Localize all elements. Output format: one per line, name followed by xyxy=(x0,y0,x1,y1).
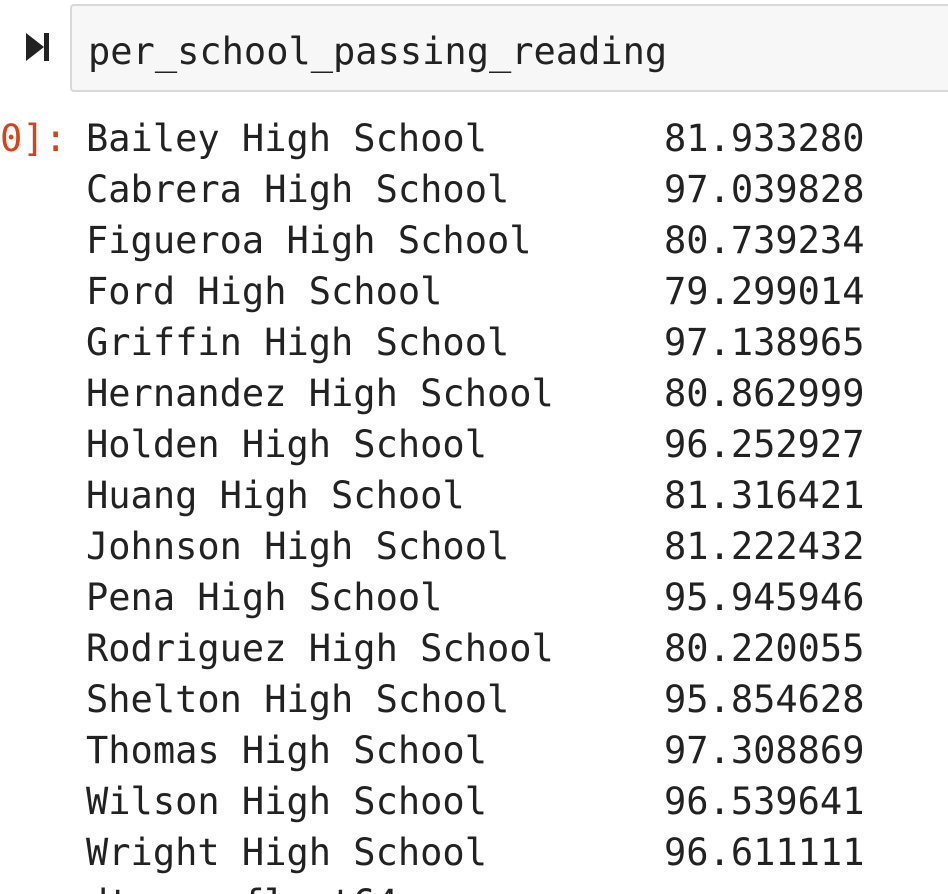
output-prompt: 0]: xyxy=(0,117,67,160)
school-name: Johnson High School xyxy=(86,525,510,568)
school-name: Hernandez High School xyxy=(86,372,554,415)
school-name: Thomas High School xyxy=(86,729,487,772)
passing-reading-value: 95.854628 xyxy=(664,678,865,721)
school-name: Cabrera High School xyxy=(86,168,510,211)
school-name: Pena High School xyxy=(86,576,443,619)
series-row: Wilson High School 96.539641 xyxy=(86,780,886,831)
passing-reading-value: 81.222432 xyxy=(664,525,865,568)
series-row: Shelton High School 95.854628 xyxy=(86,678,886,729)
series-row: Hernandez High School 80.862999 xyxy=(86,372,886,423)
code-input-cell[interactable]: per_school_passing_reading xyxy=(70,4,948,92)
passing-reading-value: 96.611111 xyxy=(664,831,865,874)
series-row: Figueroa High School 80.739234 xyxy=(86,219,886,270)
passing-reading-value: 96.539641 xyxy=(664,780,865,823)
output-dtype: dtype: float64 xyxy=(86,882,398,894)
series-row: Thomas High School 97.308869 xyxy=(86,729,886,780)
school-name: Rodriguez High School xyxy=(86,627,554,670)
series-row: Wright High School 96.611111 xyxy=(86,831,886,882)
step-forward-icon[interactable] xyxy=(24,30,52,64)
school-name: Holden High School xyxy=(86,423,487,466)
passing-reading-value: 80.220055 xyxy=(664,627,865,670)
school-name: Griffin High School xyxy=(86,321,510,364)
passing-reading-value: 79.299014 xyxy=(664,270,865,313)
output-series: Bailey High School 81.933280 Cabrera High … xyxy=(86,117,886,882)
school-name: Wilson High School xyxy=(86,780,487,823)
passing-reading-value: 81.933280 xyxy=(664,117,865,160)
passing-reading-value: 81.316421 xyxy=(664,474,865,517)
school-name: Huang High School xyxy=(86,474,465,517)
series-row: Ford High School 79.299014 xyxy=(86,270,886,321)
passing-reading-value: 95.945946 xyxy=(664,576,865,619)
school-name: Wright High School xyxy=(86,831,487,874)
passing-reading-value: 97.039828 xyxy=(664,168,865,211)
school-name: Figueroa High School xyxy=(86,219,532,262)
passing-reading-value: 97.308869 xyxy=(664,729,865,772)
passing-reading-value: 97.138965 xyxy=(664,321,865,364)
code-input-text: per_school_passing_reading xyxy=(88,30,668,73)
school-name: Shelton High School xyxy=(86,678,510,721)
passing-reading-value: 80.739234 xyxy=(664,219,865,262)
school-name: Ford High School xyxy=(86,270,443,313)
series-row: Griffin High School 97.138965 xyxy=(86,321,886,372)
series-row: Johnson High School 81.222432 xyxy=(86,525,886,576)
series-row: Holden High School 96.252927 xyxy=(86,423,886,474)
passing-reading-value: 80.862999 xyxy=(664,372,865,415)
series-row: Bailey High School 81.933280 xyxy=(86,117,886,168)
passing-reading-value: 96.252927 xyxy=(664,423,865,466)
series-row: Pena High School 95.945946 xyxy=(86,576,886,627)
series-row: Cabrera High School 97.039828 xyxy=(86,168,886,219)
school-name: Bailey High School xyxy=(86,117,487,160)
series-row: Rodriguez High School 80.220055 xyxy=(86,627,886,678)
series-row: Huang High School 81.316421 xyxy=(86,474,886,525)
